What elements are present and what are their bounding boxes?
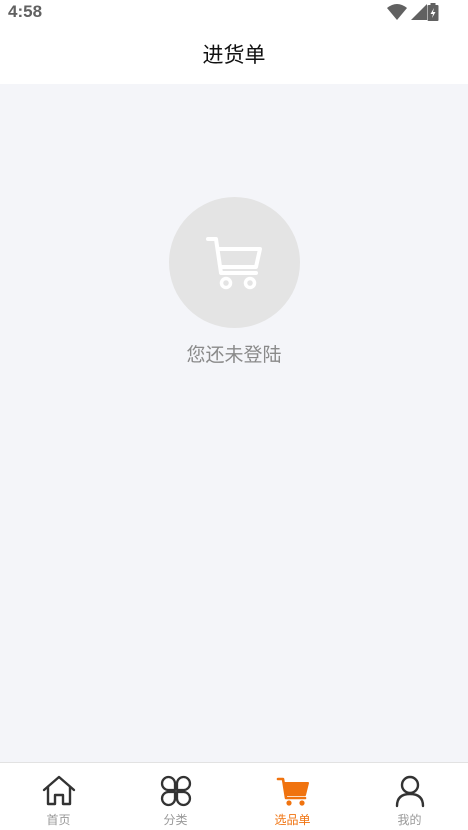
tab-selection-list-label: 选品单 (274, 813, 311, 827)
tab-category[interactable]: 分类 (117, 763, 234, 830)
tab-category-label: 分类 (163, 813, 188, 827)
page-title: 进货单 (202, 43, 266, 67)
page-header: 进货单 (0, 24, 468, 84)
empty-state: 您还未登陆 (0, 197, 468, 367)
signal-icon (411, 4, 427, 20)
shopping-cart-icon (206, 236, 262, 289)
tab-profile-label: 我的 (397, 813, 422, 827)
tab-selection-list[interactable]: 选品单 (234, 763, 351, 830)
wifi-icon (387, 4, 407, 20)
tab-profile[interactable]: 我的 (351, 763, 468, 830)
tab-home-label: 首页 (46, 813, 71, 827)
category-icon (159, 774, 193, 808)
status-bar: 4:58 (0, 0, 468, 24)
cart-icon (276, 774, 310, 808)
battery-icon (427, 3, 439, 21)
tab-home[interactable]: 首页 (0, 763, 117, 830)
bottom-tab-bar: 首页 分类 选品单 我的 (0, 762, 468, 830)
user-icon (393, 774, 427, 808)
empty-cart-circle (168, 197, 300, 328)
home-icon (42, 774, 76, 808)
status-time: 4:58 (8, 2, 43, 21)
empty-state-message: 您还未登陆 (186, 344, 282, 366)
